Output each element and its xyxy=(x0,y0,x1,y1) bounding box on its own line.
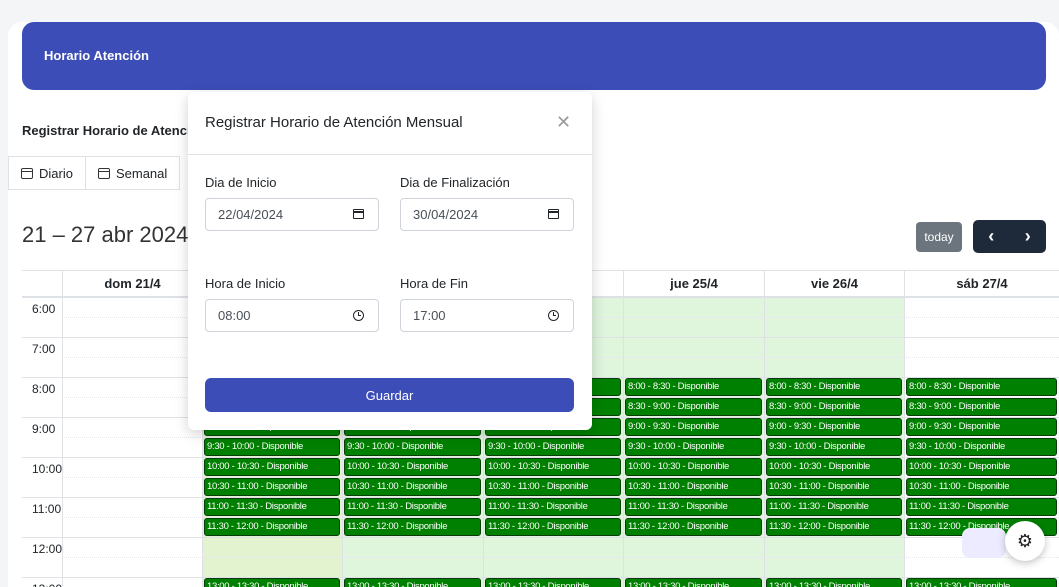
date-range-title: 21 – 27 abr 2024 xyxy=(22,222,189,247)
event-slot[interactable]: 11:30 - 12:00 - Disponible xyxy=(204,518,340,536)
event-slot[interactable]: 13:00 - 13:30 - Disponible xyxy=(906,578,1057,587)
event-slot[interactable]: 9:30 - 10:00 - Disponible xyxy=(204,438,340,456)
hour-label: 9:00 xyxy=(32,422,56,436)
start-time-value: 08:00 xyxy=(218,308,251,323)
event-slot[interactable]: 8:30 - 9:00 - Disponible xyxy=(906,398,1057,416)
settings-fab[interactable]: ⚙ xyxy=(1005,521,1045,561)
tab-diario[interactable]: Diario xyxy=(8,156,86,190)
start-date-value: 22/04/2024 xyxy=(218,207,284,222)
end-time-label: Hora de Fin xyxy=(400,276,468,291)
start-date-input[interactable]: 22/04/2024 xyxy=(205,198,379,231)
day-header: jue 25/4 xyxy=(623,270,764,297)
event-slot[interactable]: 9:30 - 10:00 - Disponible xyxy=(906,438,1057,456)
event-slot[interactable]: 11:00 - 11:30 - Disponible xyxy=(344,498,481,516)
event-slot[interactable]: 11:00 - 11:30 - Disponible xyxy=(906,498,1057,516)
event-slot[interactable]: 10:00 - 10:30 - Disponible xyxy=(204,458,340,476)
event-slot[interactable]: 13:00 - 13:30 - Disponible xyxy=(204,578,340,587)
view-tabs: Diario Semanal xyxy=(8,156,181,190)
event-slot[interactable]: 10:00 - 10:30 - Disponible xyxy=(485,458,621,476)
event-slot[interactable]: 13:00 - 13:30 - Disponible xyxy=(766,578,902,587)
event-slot[interactable]: 10:30 - 11:00 - Disponible xyxy=(625,478,762,496)
event-slot[interactable]: 11:30 - 12:00 - Disponible xyxy=(485,518,621,536)
event-slot[interactable]: 10:30 - 11:00 - Disponible xyxy=(906,478,1057,496)
close-icon[interactable]: ✕ xyxy=(556,112,571,133)
end-time-value: 17:00 xyxy=(413,308,446,323)
event-slot[interactable]: 9:00 - 9:30 - Disponible xyxy=(625,418,762,436)
header-bar xyxy=(22,22,1046,90)
event-slot[interactable]: 10:00 - 10:30 - Disponible xyxy=(344,458,481,476)
tab-diario-label: Diario xyxy=(39,165,73,181)
event-slot[interactable]: 11:00 - 11:30 - Disponible xyxy=(766,498,902,516)
end-date-label: Dia de Finalización xyxy=(400,175,510,190)
fab-shadow xyxy=(962,528,1006,558)
event-slot[interactable]: 9:30 - 10:00 - Disponible xyxy=(766,438,902,456)
event-slot[interactable]: 10:30 - 11:00 - Disponible xyxy=(485,478,621,496)
header-corner xyxy=(22,270,62,297)
chevron-right-icon: › xyxy=(1024,226,1031,246)
prev-week-button[interactable]: ‹ xyxy=(973,220,1010,253)
clock-icon[interactable] xyxy=(353,310,364,324)
today-button[interactable]: today xyxy=(916,222,962,252)
event-slot[interactable]: 11:30 - 12:00 - Disponible xyxy=(625,518,762,536)
register-schedule-modal: Registrar Horario de Atención Mensual ✕ … xyxy=(188,92,592,430)
end-time-input[interactable]: 17:00 xyxy=(400,299,574,332)
start-time-label: Hora de Inicio xyxy=(205,276,286,291)
event-slot[interactable]: 11:00 - 11:30 - Disponible xyxy=(485,498,621,516)
event-slot[interactable]: 11:30 - 12:00 - Disponible xyxy=(766,518,902,536)
calendar-nav: ‹ › xyxy=(973,220,1046,253)
next-week-button[interactable]: › xyxy=(1010,220,1047,253)
hour-label: 13:00 xyxy=(32,582,62,587)
modal-divider xyxy=(188,154,592,155)
event-slot[interactable]: 9:00 - 9:30 - Disponible xyxy=(766,418,902,436)
calendar-icon[interactable] xyxy=(353,209,364,222)
event-slot[interactable]: 10:00 - 10:30 - Disponible xyxy=(906,458,1057,476)
event-slot[interactable]: 9:00 - 9:30 - Disponible xyxy=(906,418,1057,436)
clock-icon[interactable] xyxy=(548,310,559,324)
event-slot[interactable]: 8:00 - 8:30 - Disponible xyxy=(766,378,902,396)
chevron-left-icon: ‹ xyxy=(988,226,995,246)
event-slot[interactable]: 13:00 - 13:30 - Disponible xyxy=(485,578,621,587)
day-column xyxy=(62,297,202,587)
end-date-input[interactable]: 30/04/2024 xyxy=(400,198,574,231)
event-slot[interactable]: 10:30 - 11:00 - Disponible xyxy=(344,478,481,496)
day-header: vie 26/4 xyxy=(764,270,904,297)
start-date-label: Dia de Inicio xyxy=(205,175,277,190)
hour-label: 12:00 xyxy=(32,542,63,556)
hour-label: 7:00 xyxy=(32,342,56,356)
start-time-input[interactable]: 08:00 xyxy=(205,299,379,332)
gear-icon: ⚙ xyxy=(1016,530,1034,551)
event-slot[interactable]: 10:30 - 11:00 - Disponible xyxy=(204,478,340,496)
event-slot[interactable]: 9:30 - 10:00 - Disponible xyxy=(485,438,621,456)
day-header: dom 21/4 xyxy=(62,270,202,297)
hour-label: 6:00 xyxy=(32,302,56,316)
page-title: Horario Atención xyxy=(44,48,149,63)
end-date-value: 30/04/2024 xyxy=(413,207,479,222)
event-slot[interactable]: 10:00 - 10:30 - Disponible xyxy=(625,458,762,476)
save-button[interactable]: Guardar xyxy=(205,378,574,412)
event-slot[interactable]: 10:00 - 10:30 - Disponible xyxy=(766,458,902,476)
event-slot[interactable]: 9:30 - 10:00 - Disponible xyxy=(625,438,762,456)
event-slot[interactable]: 11:00 - 11:30 - Disponible xyxy=(625,498,762,516)
tab-semanal[interactable]: Semanal xyxy=(85,156,181,190)
event-slot[interactable]: 13:00 - 13:30 - Disponible xyxy=(625,578,762,587)
event-slot[interactable]: 8:00 - 8:30 - Disponible xyxy=(906,378,1057,396)
event-slot[interactable]: 8:00 - 8:30 - Disponible xyxy=(625,378,762,396)
event-slot[interactable]: 8:30 - 9:00 - Disponible xyxy=(625,398,762,416)
modal-title: Registrar Horario de Atención Mensual xyxy=(205,114,463,131)
hour-label: 10:00 xyxy=(32,462,63,476)
event-slot[interactable]: 11:00 - 11:30 - Disponible xyxy=(204,498,340,516)
event-slot[interactable]: 13:00 - 13:30 - Disponible xyxy=(344,578,481,587)
calendar-icon[interactable] xyxy=(548,209,559,222)
event-slot[interactable]: 9:30 - 10:00 - Disponible xyxy=(344,438,481,456)
day-header: sáb 27/4 xyxy=(904,270,1059,297)
event-slot[interactable]: 8:30 - 9:00 - Disponible xyxy=(766,398,902,416)
calendar-day-icon xyxy=(21,167,33,179)
tab-semanal-label: Semanal xyxy=(115,165,168,181)
event-slot[interactable]: 10:30 - 11:00 - Disponible xyxy=(766,478,902,496)
hour-label: 11:00 xyxy=(32,502,62,516)
calendar-week-icon xyxy=(97,167,110,179)
hour-label: 8:00 xyxy=(32,382,56,396)
event-slot[interactable]: 11:30 - 12:00 - Disponible xyxy=(344,518,481,536)
